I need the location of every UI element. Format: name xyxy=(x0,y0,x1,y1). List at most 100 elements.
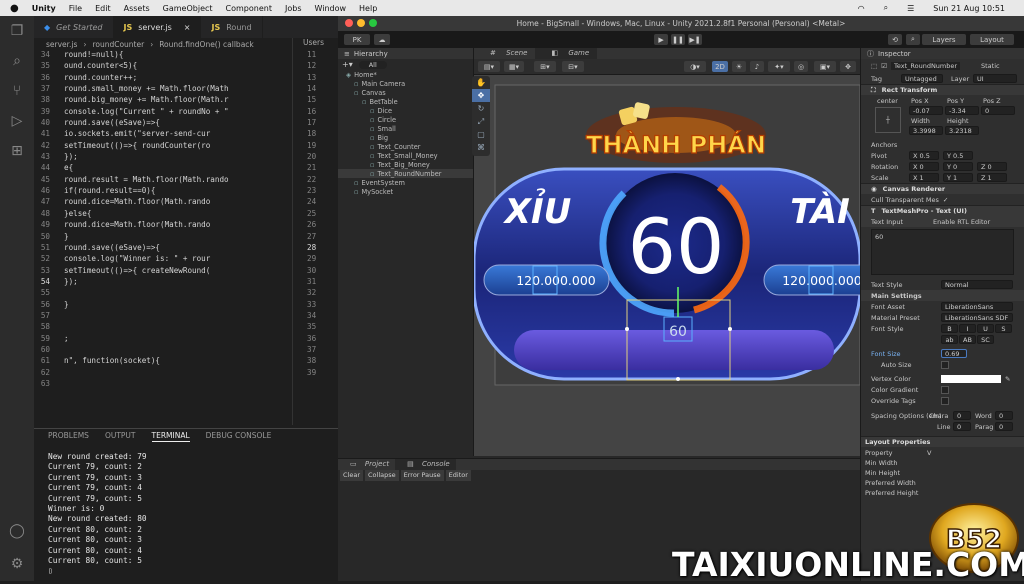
inspector-tab[interactable]: ⓘ Inspector xyxy=(861,48,1024,59)
font-asset-field[interactable]: LiberationSans xyxy=(941,302,1013,311)
transform-tool-icon[interactable]: ⌘ xyxy=(472,141,490,154)
hierarchy-item[interactable]: ▫ Text_Big_Money xyxy=(338,160,473,169)
tab-scene[interactable]: # Scene xyxy=(474,48,535,59)
minimize-window-button[interactable] xyxy=(357,19,365,27)
anchor-handle[interactable] xyxy=(625,327,629,331)
tab-console[interactable]: ▤ Console xyxy=(395,459,456,470)
scale-x-field[interactable]: X 1 xyxy=(909,173,939,182)
hierarchy-item[interactable]: ▫ BetTable xyxy=(338,97,473,106)
uppercase-button[interactable]: AB xyxy=(959,335,976,344)
close-window-button[interactable] xyxy=(345,19,353,27)
pos-y-field[interactable]: -3.34 xyxy=(945,106,979,115)
word-spacing-field[interactable]: 0 xyxy=(995,411,1013,420)
rotation-z-field[interactable]: Z 0 xyxy=(977,162,1007,171)
cloud-icon[interactable]: ☁ xyxy=(374,34,390,45)
smallcaps-button[interactable]: SC xyxy=(977,335,994,344)
underline-button[interactable]: U xyxy=(977,324,994,333)
italic-button[interactable]: I xyxy=(959,324,976,333)
hierarchy-tab[interactable]: ≡ Hierarchy xyxy=(338,48,473,59)
hierarchy-item[interactable]: ▫ Canvas xyxy=(338,88,473,97)
hierarchy-item[interactable]: ▫ MySocket xyxy=(338,187,473,196)
history-icon[interactable]: ⟲ xyxy=(888,34,902,45)
lighting-icon[interactable]: ☀ xyxy=(732,61,746,72)
menu-assets[interactable]: Assets xyxy=(124,4,150,13)
search-icon[interactable]: ⌕ xyxy=(884,3,888,13)
collapse-button[interactable]: Collapse xyxy=(365,470,399,481)
draw-mode-dropdown[interactable]: ▤▾ xyxy=(478,61,500,72)
tab-get-started[interactable]: ◆ Get Started xyxy=(34,16,114,38)
static-toggle[interactable]: Static xyxy=(981,62,1000,70)
2d-toggle[interactable]: 2D xyxy=(712,61,728,72)
gear-icon[interactable]: ⚙ xyxy=(0,549,34,579)
font-size-field[interactable]: 0.69 xyxy=(941,349,967,358)
hierarchy-item[interactable]: ▫ Main Camera xyxy=(338,79,473,88)
override-checkbox[interactable] xyxy=(941,396,949,405)
menu-help[interactable]: Help xyxy=(359,4,377,13)
vertex-color-swatch[interactable] xyxy=(941,374,1001,383)
tab-server-js[interactable]: JS server.js × xyxy=(113,16,202,38)
breadcrumb-function[interactable]: roundCounter xyxy=(92,40,144,49)
error-pause-button[interactable]: Error Pause xyxy=(400,470,444,481)
tab-round[interactable]: JS Round xyxy=(201,16,263,38)
close-icon[interactable]: × xyxy=(184,23,191,32)
tab-terminal[interactable]: TERMINAL xyxy=(151,431,190,442)
tab-game[interactable]: ◧ Game xyxy=(535,48,598,59)
rotation-y-field[interactable]: Y 0 xyxy=(943,162,973,171)
char-spacing-field[interactable]: 0 xyxy=(953,411,971,420)
hierarchy-item[interactable]: ▫ Text_Small_Money xyxy=(338,151,473,160)
material-dropdown[interactable]: LiberationSans SDF xyxy=(941,313,1013,322)
editor-dropdown[interactable]: Editor xyxy=(445,470,471,481)
breadcrumb-callback[interactable]: Round.findOne() callback xyxy=(159,40,254,49)
step-button[interactable]: ▶❚ xyxy=(688,34,702,45)
control-center-icon[interactable]: ☰ xyxy=(907,4,914,13)
snap-dropdown[interactable]: ⊞▾ xyxy=(534,61,556,72)
hierarchy-item[interactable]: ▫ Dice xyxy=(338,106,473,115)
cull-checkbox[interactable]: ✓ xyxy=(943,196,948,204)
hierarchy-item[interactable]: ▫ Small xyxy=(338,124,473,133)
anchors-row[interactable]: Anchors xyxy=(861,139,1024,150)
extensions-icon[interactable]: ⊞ xyxy=(0,136,34,166)
pos-z-field[interactable]: 0 xyxy=(981,106,1015,115)
eyedropper-icon[interactable]: ✎ xyxy=(1005,375,1010,383)
account-icon[interactable]: ◯ xyxy=(0,516,34,546)
object-name[interactable]: Text_RoundNumber xyxy=(890,62,961,70)
bold-button[interactable]: B xyxy=(941,324,958,333)
code-editor[interactable]: 34 round!=null){35 ound.counter<5){36 roun… xyxy=(34,50,290,425)
pivot-x-field[interactable]: X 0.5 xyxy=(909,151,939,160)
hierarchy-item[interactable]: ▫ EventSystem xyxy=(338,178,473,187)
pivot-y-field[interactable]: Y 0.5 xyxy=(943,151,973,160)
gradient-checkbox[interactable] xyxy=(941,385,949,394)
run-debug-icon[interactable]: ▷ xyxy=(0,106,34,136)
strike-button[interactable]: S xyxy=(995,324,1012,333)
grid-dropdown[interactable]: ⊟▾ xyxy=(562,61,584,72)
add-icon[interactable]: +▾ xyxy=(342,60,353,69)
menu-edit[interactable]: Edit xyxy=(95,4,111,13)
tab-problems[interactable]: PROBLEMS xyxy=(48,431,89,442)
anchor-handle[interactable] xyxy=(728,327,732,331)
main-settings-header[interactable]: Main Settings xyxy=(861,290,1024,301)
hidden-objects-icon[interactable]: ◎ xyxy=(794,61,808,72)
apple-icon[interactable]: ● xyxy=(10,3,19,14)
pause-button[interactable]: ❚❚ xyxy=(671,34,685,45)
anchor-preset-button[interactable]: ┼ xyxy=(875,107,901,133)
tag-dropdown[interactable]: Untagged xyxy=(901,74,943,83)
move-tool-icon[interactable]: ✥ xyxy=(472,89,490,102)
hierarchy-search[interactable]: All xyxy=(358,60,387,69)
game-canvas[interactable]: THÀNH PHÁN XỈU TÀI 60 120.000.000 120.00… xyxy=(474,75,860,456)
view-options-dropdown[interactable]: ▦▾ xyxy=(504,61,524,72)
rect-tool-icon[interactable]: ▢ xyxy=(472,128,490,141)
app-menu[interactable]: Unity xyxy=(32,4,56,13)
menu-file[interactable]: File xyxy=(69,4,82,13)
layer-dropdown[interactable]: UI xyxy=(973,74,1017,83)
explorer-icon[interactable]: ❐ xyxy=(0,16,34,46)
hierarchy-item[interactable]: ▫ Text_Counter xyxy=(338,142,473,151)
lowercase-button[interactable]: ab xyxy=(941,335,958,344)
menu-gameobject[interactable]: GameObject xyxy=(163,4,213,13)
split-editor[interactable]: Users 11 12 13 14 15 16 17 18 19 20 21 22 23 24 25 26 27… xyxy=(292,38,338,425)
effects-dropdown[interactable]: ✦▾ xyxy=(768,61,790,72)
tmp-header[interactable]: T TextMeshPro - Text (UI) xyxy=(861,205,1024,216)
paragraph-spacing-field[interactable]: 0 xyxy=(995,422,1013,431)
height-field[interactable]: 3.2318 xyxy=(945,126,979,135)
line-spacing-field[interactable]: 0 xyxy=(953,422,971,431)
zoom-window-button[interactable] xyxy=(369,19,377,27)
